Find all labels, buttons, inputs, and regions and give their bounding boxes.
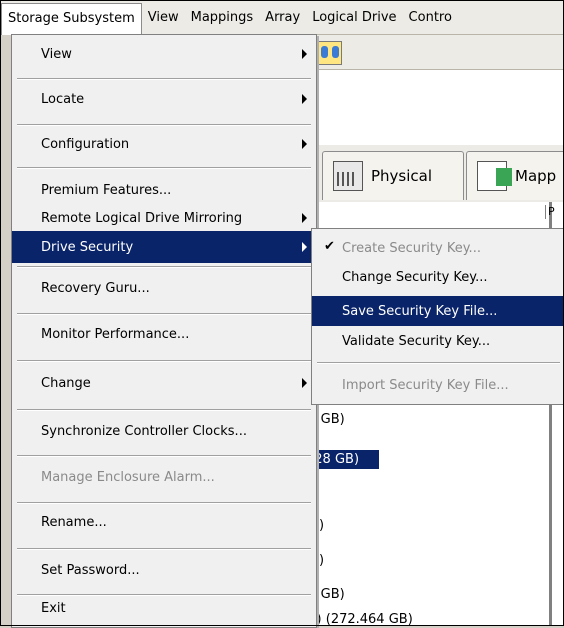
menu-item-manage-enclosure-alarm: Manage Enclosure Alarm... bbox=[12, 460, 316, 494]
toolbar-binoculars-icon[interactable] bbox=[318, 41, 342, 65]
menu-view[interactable]: View bbox=[142, 3, 185, 32]
menu-separator bbox=[17, 266, 311, 268]
menu-storage-subsystem[interactable]: Storage Subsystem bbox=[1, 2, 142, 35]
menu-bar: Storage Subsystem View Mappings Array Lo… bbox=[1, 1, 563, 35]
menu-separator bbox=[17, 124, 311, 126]
submenu-item-save-security-key-file[interactable]: Save Security Key File... bbox=[312, 296, 564, 326]
menu-item-locate[interactable]: Locate bbox=[12, 82, 316, 116]
menu-item-label: Premium Features... bbox=[41, 182, 172, 198]
menu-item-set-password[interactable]: Set Password... bbox=[12, 553, 316, 587]
menu-item-remote-mirroring[interactable]: Remote Logical Drive Mirroring bbox=[12, 201, 316, 235]
submenu-item-label: Import Security Key File... bbox=[342, 377, 509, 393]
menu-item-label: Remote Logical Drive Mirroring bbox=[41, 210, 243, 226]
mappings-view-icon bbox=[477, 161, 512, 191]
drive-security-submenu: ✔ Create Security Key... Change Security… bbox=[311, 228, 564, 405]
submenu-item-create-security-key: ✔ Create Security Key... bbox=[312, 233, 564, 263]
submenu-item-label: Create Security Key... bbox=[342, 240, 481, 256]
submenu-arrow-icon bbox=[302, 94, 307, 104]
menu-item-label: Exit bbox=[41, 600, 66, 616]
menu-item-drive-security[interactable]: Drive Security bbox=[12, 231, 316, 263]
toolbar bbox=[300, 35, 564, 70]
menu-separator bbox=[17, 360, 311, 362]
menu-item-label: Manage Enclosure Alarm... bbox=[41, 469, 215, 485]
menu-item-label: Set Password... bbox=[41, 562, 140, 578]
submenu-item-import-security-key-file: Import Security Key File... bbox=[312, 370, 564, 400]
menu-item-rename[interactable]: Rename... bbox=[12, 505, 316, 539]
menu-item-label: Synchronize Controller Clocks... bbox=[41, 423, 247, 439]
menu-item-synchronize-clocks[interactable]: Synchronize Controller Clocks... bbox=[12, 414, 316, 448]
menu-separator bbox=[17, 455, 311, 457]
menu-separator bbox=[17, 78, 311, 80]
menu-logical-drive[interactable]: Logical Drive bbox=[306, 3, 402, 32]
menu-item-monitor-performance[interactable]: Monitor Performance... bbox=[12, 317, 316, 351]
menu-separator bbox=[17, 313, 311, 315]
physical-view-icon bbox=[333, 161, 363, 191]
menu-item-label: Change bbox=[41, 375, 91, 391]
submenu-arrow-icon bbox=[302, 213, 307, 223]
tab-strip: Physical Mapp bbox=[300, 145, 564, 202]
menu-item-configuration[interactable]: Configuration bbox=[12, 127, 316, 161]
menu-array[interactable]: Array bbox=[259, 3, 306, 32]
submenu-arrow-icon bbox=[302, 49, 307, 59]
submenu-item-change-security-key[interactable]: Change Security Key... bbox=[312, 262, 564, 292]
menu-separator bbox=[17, 502, 311, 504]
menu-item-change[interactable]: Change bbox=[12, 366, 316, 400]
menu-item-label: View bbox=[41, 46, 72, 62]
submenu-item-validate-security-key[interactable]: Validate Security Key... bbox=[312, 326, 564, 356]
menu-separator bbox=[17, 167, 311, 169]
submenu-arrow-icon bbox=[302, 378, 307, 388]
menu-item-exit[interactable]: Exit bbox=[12, 591, 316, 625]
menu-item-label: Recovery Guru... bbox=[41, 280, 150, 296]
menu-item-recovery-guru[interactable]: Recovery Guru... bbox=[12, 271, 316, 305]
menu-separator bbox=[17, 409, 311, 411]
tab-physical[interactable]: Physical bbox=[322, 151, 464, 200]
menu-separator bbox=[17, 548, 311, 550]
tab-mappings-label: Mapp bbox=[515, 167, 557, 185]
menu-item-label: Configuration bbox=[41, 136, 130, 152]
submenu-item-label: Change Security Key... bbox=[342, 269, 488, 285]
menu-item-label: Drive Security bbox=[41, 239, 134, 255]
storage-subsystem-menu: View Locate Configuration Premium Featur… bbox=[11, 34, 317, 628]
submenu-arrow-icon bbox=[302, 242, 307, 252]
menu-item-label: Rename... bbox=[41, 514, 107, 530]
menu-item-label: Monitor Performance... bbox=[41, 326, 190, 342]
column-header: P bbox=[545, 205, 564, 219]
menu-item-label: Locate bbox=[41, 91, 85, 107]
submenu-item-label: Validate Security Key... bbox=[342, 333, 491, 349]
menu-controller[interactable]: Contro bbox=[403, 3, 458, 32]
submenu-arrow-icon bbox=[302, 139, 307, 149]
menu-separator bbox=[317, 362, 560, 364]
tab-physical-label: Physical bbox=[371, 167, 433, 185]
tab-mappings[interactable]: Mapp bbox=[466, 151, 564, 200]
header-area bbox=[300, 70, 564, 145]
menu-item-view[interactable]: View bbox=[12, 37, 316, 71]
menu-mappings[interactable]: Mappings bbox=[185, 3, 260, 32]
submenu-item-label: Save Security Key File... bbox=[342, 303, 498, 319]
checkmark-icon: ✔ bbox=[324, 239, 335, 254]
